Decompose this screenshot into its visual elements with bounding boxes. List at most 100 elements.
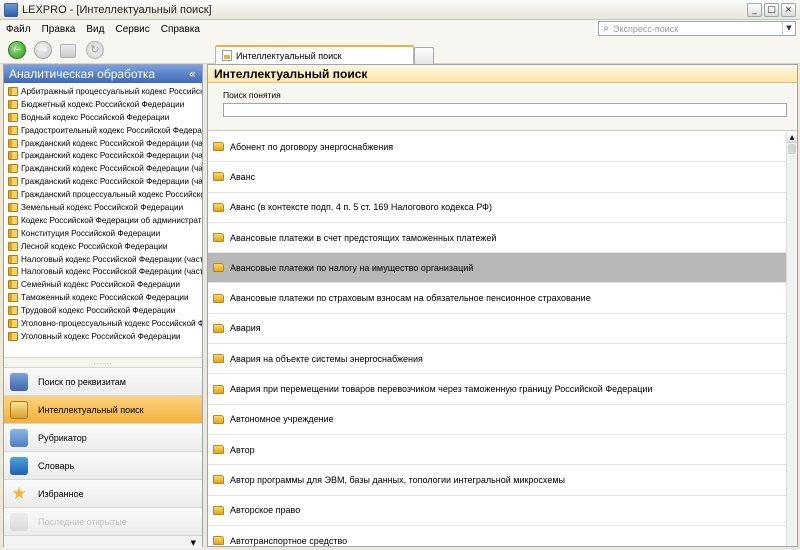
new-tab-button[interactable]	[414, 47, 434, 64]
nav-item-label: Интеллектуальный поиск	[38, 404, 144, 415]
book-icon	[8, 241, 18, 251]
code-list-item-label: Кодекс Российской Федерации об администр…	[21, 215, 202, 225]
results-scrollbar[interactable]: ▲	[786, 132, 797, 546]
nav-overflow-button[interactable]: ▼	[4, 535, 202, 549]
menu-help[interactable]: Справка	[161, 24, 200, 35]
forward-icon[interactable]: →	[34, 41, 52, 59]
nav-item-dictionary[interactable]: Словарь	[4, 451, 202, 479]
book-icon	[8, 138, 18, 148]
nav-item-label: Рубрикатор	[38, 432, 87, 443]
book-icon	[8, 99, 18, 109]
code-list-item-label: Арбитражный процессуальный кодекс Россий…	[21, 86, 202, 96]
intellectual-search-icon	[10, 400, 28, 419]
code-list-item[interactable]: Налоговый кодекс Российской Федерации (ч…	[4, 265, 202, 278]
result-item-label: Авансовые платежи в счет предстоящих там…	[230, 232, 497, 243]
back-icon[interactable]: ←	[8, 41, 26, 59]
result-item-label: Авторское право	[230, 505, 301, 516]
result-item[interactable]: Авария	[208, 314, 787, 345]
code-list-item[interactable]: Уголовный кодекс Российской Федерации	[4, 330, 202, 343]
code-list-item[interactable]: Таможенный кодекс Российской Федерации	[4, 291, 202, 304]
result-item-label: Автор	[230, 444, 255, 455]
code-list-item[interactable]: Налоговый кодекс Российской Федерации (ч…	[4, 253, 202, 266]
code-list-item[interactable]: Арбитражный процессуальный кодекс Россий…	[4, 85, 202, 98]
code-list-item[interactable]: Гражданский кодекс Российской Федерации …	[4, 149, 202, 162]
code-list-item-label: Налоговый кодекс Российской Федерации (ч…	[21, 254, 202, 264]
code-list-item[interactable]: Семейный кодекс Российской Федерации	[4, 278, 202, 291]
code-list-item[interactable]: Гражданский процессуальный кодекс Россий…	[4, 188, 202, 201]
main-panel: Интеллектуальный поиск Поиск понятия Або…	[207, 64, 798, 547]
menu-view[interactable]: Вид	[86, 24, 104, 35]
nav-item-search-requisites[interactable]: Поиск по реквизитам	[4, 367, 202, 395]
code-list-item-label: Конституция Российской Федерации	[21, 228, 161, 238]
result-item-label: Автор программы для ЭВМ, базы данных, то…	[230, 474, 565, 485]
refresh-icon[interactable]: ↻	[86, 41, 104, 59]
code-list-item[interactable]: Гражданский кодекс Российской Федерации …	[4, 162, 202, 175]
result-item[interactable]: Авансовые платежи в счет предстоящих там…	[208, 223, 787, 254]
book-icon	[8, 293, 18, 303]
folder-icon	[213, 202, 224, 212]
result-item[interactable]: Авария при перемещении товаров перевозчи…	[208, 374, 787, 405]
code-list-item-label: Трудовой кодекс Российской Федерации	[21, 306, 176, 316]
code-list-item[interactable]: Градостроительный кодекс Российской Феде…	[4, 124, 202, 137]
folder-icon	[213, 354, 224, 364]
document-icon	[222, 50, 232, 61]
book-icon	[8, 215, 18, 225]
search-icon: ⌕	[603, 23, 609, 34]
code-list-item[interactable]: Кодекс Российской Федерации об администр…	[4, 214, 202, 227]
menu-edit[interactable]: Правка	[42, 24, 76, 35]
menu-service[interactable]: Сервис	[115, 24, 149, 35]
result-item-label: Абонент по договору энергоснабжения	[230, 141, 394, 152]
result-item-label: Авансовые платежи по страховым взносам н…	[230, 293, 591, 304]
maximize-button[interactable]: □	[764, 3, 779, 17]
book-icon	[8, 164, 18, 174]
close-button[interactable]: ×	[781, 3, 796, 17]
result-item[interactable]: Автор программы для ЭВМ, базы данных, то…	[208, 465, 787, 496]
result-item[interactable]: Аванс	[208, 162, 787, 193]
concept-search-input[interactable]	[223, 103, 787, 117]
chevron-down-icon[interactable]: ▼	[782, 22, 795, 35]
code-list-item[interactable]: Лесной кодекс Российской Федерации	[4, 240, 202, 253]
collapse-icon[interactable]: «	[189, 65, 196, 83]
code-list-item[interactable]: Трудовой кодекс Российской Федерации	[4, 304, 202, 317]
result-item[interactable]: Аванс (в контексте подп. 4 п. 5 ст. 169 …	[208, 193, 787, 223]
code-list-item-label: Уголовный кодекс Российской Федерации	[21, 331, 181, 341]
rubricator-icon	[10, 428, 28, 447]
code-list-item-label: Гражданский кодекс Российской Федерации …	[21, 177, 202, 187]
code-list-item[interactable]: Водный кодекс Российской Федерации	[4, 111, 202, 124]
menu-file[interactable]: Файл	[6, 24, 31, 35]
nav-item-rubricator[interactable]: Рубрикатор	[4, 423, 202, 451]
result-item-label: Авансовые платежи по налогу на имущество…	[230, 262, 474, 273]
folder-icon	[213, 536, 224, 545]
book-icon	[8, 254, 18, 264]
result-item[interactable]: Автотранспортное средство	[208, 526, 787, 546]
code-list-item[interactable]: Уголовно-процессуальный кодекс Российско…	[4, 317, 202, 330]
left-panel: Аналитическая обработка « Арбитражный пр…	[3, 64, 203, 549]
result-item[interactable]: Автор	[208, 435, 787, 466]
nav-item-intellectual-search[interactable]: Интеллектуальный поиск	[4, 395, 202, 423]
folder-icon	[213, 323, 224, 333]
result-item[interactable]: Авансовые платежи по налогу на имущество…	[208, 253, 787, 284]
tab-intellectual-search[interactable]: Интеллектуальный поиск	[215, 45, 414, 64]
result-item[interactable]: Авторское право	[208, 496, 787, 526]
scroll-thumb[interactable]	[788, 144, 796, 154]
nav-item-star[interactable]: ★ Избранное	[4, 479, 202, 507]
code-list-item[interactable]: Гражданский кодекс Российской Федерации …	[4, 175, 202, 188]
window-title: LEXPRO - [Интеллектуальный поиск]	[22, 3, 212, 16]
code-list-item[interactable]: Гражданский кодекс Российской Федерации …	[4, 137, 202, 150]
folder-icon	[213, 233, 224, 243]
code-list-item-label: Бюджетный кодекс Российской Федерации	[21, 99, 185, 109]
result-item[interactable]: Авансовые платежи по страховым взносам н…	[208, 283, 787, 314]
title-bar: LEXPRO - [Интеллектуальный поиск] _ □ ×	[0, 0, 800, 20]
result-item[interactable]: Авария на объекте системы энергоснабжени…	[208, 344, 787, 375]
express-search-input[interactable]: ⌕ Экспресс-поиск ▼	[598, 21, 796, 36]
folder-icon[interactable]	[60, 44, 76, 58]
code-list-item[interactable]: Конституция Российской Федерации	[4, 227, 202, 240]
book-icon	[8, 190, 18, 200]
result-item[interactable]: Абонент по договору энергоснабжения	[208, 132, 787, 163]
code-list-item[interactable]: Земельный кодекс Российской Федерации	[4, 201, 202, 214]
panel-splitter[interactable]: ......	[4, 357, 202, 367]
result-item[interactable]: Автономное учреждение	[208, 405, 787, 435]
code-list-item[interactable]: Бюджетный кодекс Российской Федерации	[4, 98, 202, 111]
scroll-up-icon[interactable]: ▲	[787, 132, 797, 143]
minimize-button[interactable]: _	[747, 3, 762, 17]
